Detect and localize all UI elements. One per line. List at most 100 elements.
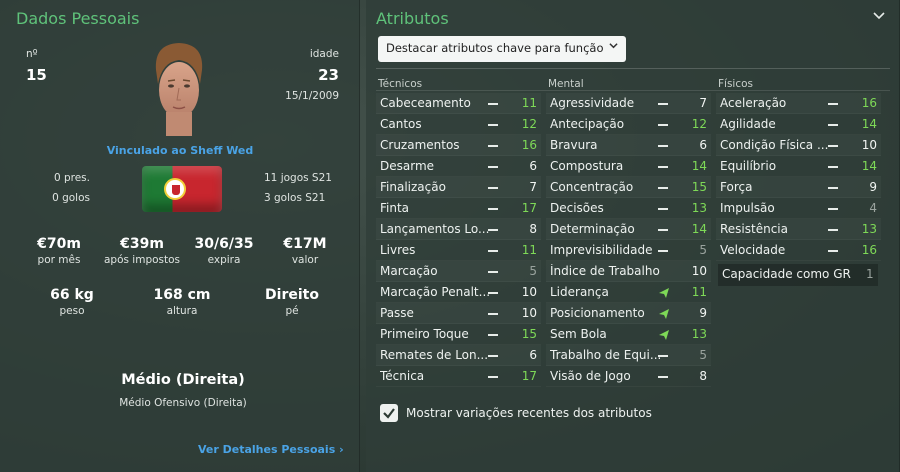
trend-flat-icon bbox=[488, 187, 498, 189]
show-changes-checkbox[interactable] bbox=[380, 404, 398, 422]
attribute-name: Índice de Trabalho bbox=[550, 264, 660, 278]
trend-flat-icon bbox=[488, 355, 498, 357]
attribute-row[interactable]: Cruzamentos 16 bbox=[376, 135, 541, 156]
attribute-row[interactable]: Marcação 5 bbox=[376, 261, 541, 282]
divider bbox=[376, 90, 890, 91]
highlight-role-dropdown[interactable]: Destacar atributos chave para função bbox=[378, 36, 626, 62]
attribute-name: Bravura bbox=[550, 138, 598, 152]
attribute-value: 6 bbox=[529, 348, 537, 362]
loan-club-link[interactable]: Vinculado ao Sheff Wed bbox=[80, 144, 280, 157]
attribute-value: 5 bbox=[529, 264, 537, 278]
personal-details-link[interactable]: Ver Detalhes Pessoais › bbox=[198, 443, 344, 456]
attribute-name: Determinação bbox=[550, 222, 635, 236]
attribute-row[interactable]: Trabalho de Equi... 5 bbox=[546, 345, 711, 366]
attribute-row[interactable]: Marcação Penalt... 10 bbox=[376, 282, 541, 303]
trend-flat-icon bbox=[658, 187, 668, 189]
technical-attributes-list: Cabeceamento 11 Cantos 12 Cruzamentos 16 Desar… bbox=[376, 93, 541, 387]
personal-details-link-label: Ver Detalhes Pessoais bbox=[198, 443, 336, 456]
attribute-row[interactable]: Força 9 bbox=[716, 177, 881, 198]
attribute-value: 10 bbox=[861, 138, 877, 152]
trend-up-icon bbox=[659, 309, 669, 319]
attribute-row[interactable]: Livres 11 bbox=[376, 240, 541, 261]
attribute-name: Técnica bbox=[380, 369, 425, 383]
attribute-row[interactable]: Resistência 13 bbox=[716, 219, 881, 240]
checkmark-icon bbox=[383, 408, 395, 419]
mental-header: Mental bbox=[548, 78, 584, 90]
u21-goals-stat: 3 golos S21 bbox=[264, 192, 326, 204]
attribute-name: Cruzamentos bbox=[380, 138, 460, 152]
dropdown-chevron-icon bbox=[609, 43, 618, 49]
attribute-value: 14 bbox=[691, 159, 707, 173]
attribute-value: 12 bbox=[521, 117, 537, 131]
physical-attributes-list: Aceleração 16 Agilidade 14 Condição Física .… bbox=[716, 93, 881, 261]
attribute-value: 5 bbox=[699, 348, 707, 362]
attribute-row[interactable]: Cantos 12 bbox=[376, 114, 541, 135]
attribute-row[interactable]: Posicionamento 9 bbox=[546, 303, 711, 324]
attribute-row[interactable]: Índice de Trabalho 10 bbox=[546, 261, 711, 282]
attribute-row[interactable]: Finalização 7 bbox=[376, 177, 541, 198]
attribute-row[interactable]: Remates de Lon... 6 bbox=[376, 345, 541, 366]
trend-flat-icon bbox=[488, 145, 498, 147]
attribute-row[interactable]: Condição Física ... 10 bbox=[716, 135, 881, 156]
attribute-row[interactable]: Bravura 6 bbox=[546, 135, 711, 156]
value-amount: €17M bbox=[283, 236, 327, 252]
attribute-value: 4 bbox=[869, 201, 877, 215]
wage-value: €70m bbox=[37, 236, 81, 252]
trend-flat-icon bbox=[658, 145, 668, 147]
attribute-value: 13 bbox=[861, 222, 877, 236]
goalkeeper-ability-value: 1 bbox=[866, 267, 874, 281]
attribute-name: Sem Bola bbox=[550, 327, 607, 341]
attribute-row[interactable]: Passe 10 bbox=[376, 303, 541, 324]
attribute-row[interactable]: Liderança 11 bbox=[546, 282, 711, 303]
attribute-row[interactable]: Sem Bola 13 bbox=[546, 324, 711, 345]
attribute-name: Velocidade bbox=[720, 243, 786, 257]
attribute-name: Finalização bbox=[380, 180, 446, 194]
attribute-row[interactable]: Agilidade 14 bbox=[716, 114, 881, 135]
attribute-row[interactable]: Aceleração 16 bbox=[716, 93, 881, 114]
attribute-name: Livres bbox=[380, 243, 416, 257]
trend-flat-icon bbox=[488, 376, 498, 378]
attribute-row[interactable]: Concentração 15 bbox=[546, 177, 711, 198]
technical-header: Técnicos bbox=[378, 78, 423, 90]
attribute-value: 11 bbox=[521, 243, 537, 257]
attribute-value: 16 bbox=[861, 243, 877, 257]
attribute-row[interactable]: Desarme 6 bbox=[376, 156, 541, 177]
attribute-value: 15 bbox=[691, 180, 707, 194]
weight-label: peso bbox=[59, 305, 85, 317]
attribute-row[interactable]: Equilíbrio 14 bbox=[716, 156, 881, 177]
attribute-value: 7 bbox=[529, 180, 537, 194]
attribute-row[interactable]: Decisões 13 bbox=[546, 198, 711, 219]
main-position: Médio (Direita) bbox=[121, 372, 245, 388]
attribute-row[interactable]: Velocidade 16 bbox=[716, 240, 881, 261]
attribute-name: Trabalho de Equi... bbox=[550, 348, 660, 362]
attribute-row[interactable]: Cabeceamento 11 bbox=[376, 93, 541, 114]
attribute-row[interactable]: Imprevisibilidade 5 bbox=[546, 240, 711, 261]
attribute-row[interactable]: Agressividade 7 bbox=[546, 93, 711, 114]
attribute-row[interactable]: Técnica 17 bbox=[376, 366, 541, 387]
attribute-row[interactable]: Visão de Jogo 8 bbox=[546, 366, 711, 387]
trend-flat-icon bbox=[658, 166, 668, 168]
attribute-name: Impulsão bbox=[720, 201, 775, 215]
attribute-name: Passe bbox=[380, 306, 414, 320]
trend-up-icon bbox=[659, 330, 669, 340]
attribute-row[interactable]: Compostura 14 bbox=[546, 156, 711, 177]
trend-flat-icon bbox=[488, 166, 498, 168]
attribute-row[interactable]: Finta 17 bbox=[376, 198, 541, 219]
chevron-down-icon[interactable] bbox=[873, 12, 885, 20]
net-wage-value: €39m bbox=[120, 236, 164, 252]
attribute-row[interactable]: Primeiro Toque 15 bbox=[376, 324, 541, 345]
attribute-value: 9 bbox=[869, 180, 877, 194]
attribute-row[interactable]: Lançamentos Lo... 8 bbox=[376, 219, 541, 240]
attribute-name: Remates de Lon... bbox=[380, 348, 489, 362]
attribute-row[interactable]: Antecipação 12 bbox=[546, 114, 711, 135]
trend-flat-icon bbox=[488, 124, 498, 126]
player-avatar bbox=[155, 43, 203, 136]
chevron-right-icon: › bbox=[339, 443, 344, 456]
trend-flat-icon bbox=[828, 166, 838, 168]
trend-flat-icon bbox=[828, 103, 838, 105]
attribute-row[interactable]: Impulsão 4 bbox=[716, 198, 881, 219]
attribute-name: Lançamentos Lo... bbox=[380, 222, 490, 236]
attribute-value: 7 bbox=[699, 96, 707, 110]
height-label: altura bbox=[166, 305, 198, 317]
attribute-row[interactable]: Determinação 14 bbox=[546, 219, 711, 240]
